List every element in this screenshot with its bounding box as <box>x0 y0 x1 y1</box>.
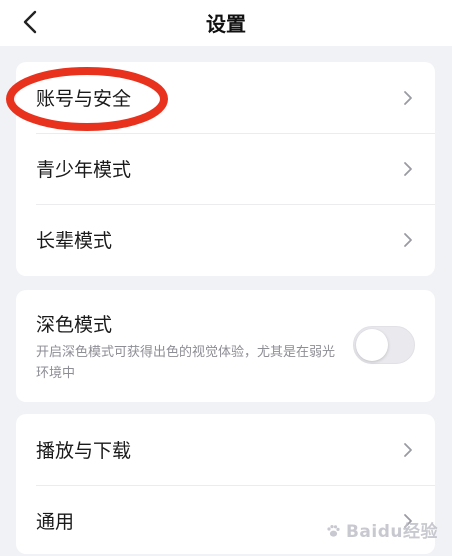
settings-item-teen-mode[interactable]: 青少年模式 <box>16 133 435 204</box>
page-title: 设置 <box>0 8 452 37</box>
chevron-right-icon <box>403 161 413 177</box>
watermark-text: Baidu经验 <box>346 522 438 542</box>
chevron-right-icon <box>403 232 413 248</box>
paw-icon <box>326 524 340 538</box>
chevron-right-icon <box>403 442 413 458</box>
settings-item-label: 账号与安全 <box>36 84 131 111</box>
settings-item-account-security[interactable]: 账号与安全 <box>16 62 435 133</box>
dark-mode-toggle[interactable] <box>353 326 415 364</box>
toggle-knob <box>356 329 388 361</box>
settings-item-playback-download[interactable]: 播放与下载 <box>16 414 435 485</box>
dark-mode-label: 深色模式 <box>36 310 112 337</box>
dark-mode-description: 开启深色模式可获得出色的视觉体验，尤其是在弱光环境中 <box>36 342 336 384</box>
watermark: Baidu经验 <box>326 517 438 542</box>
account-settings-card: 账号与安全 青少年模式 长辈模式 <box>16 62 435 276</box>
settings-item-label: 长辈模式 <box>36 226 112 253</box>
settings-item-label: 通用 <box>36 507 74 534</box>
settings-item-elder-mode[interactable]: 长辈模式 <box>16 204 435 275</box>
settings-item-label: 青少年模式 <box>36 155 131 182</box>
settings-item-label: 播放与下载 <box>36 436 131 463</box>
top-bar: 设置 <box>0 0 452 46</box>
dark-mode-card: 深色模式 开启深色模式可获得出色的视觉体验，尤其是在弱光环境中 <box>16 290 435 402</box>
chevron-right-icon <box>403 90 413 106</box>
